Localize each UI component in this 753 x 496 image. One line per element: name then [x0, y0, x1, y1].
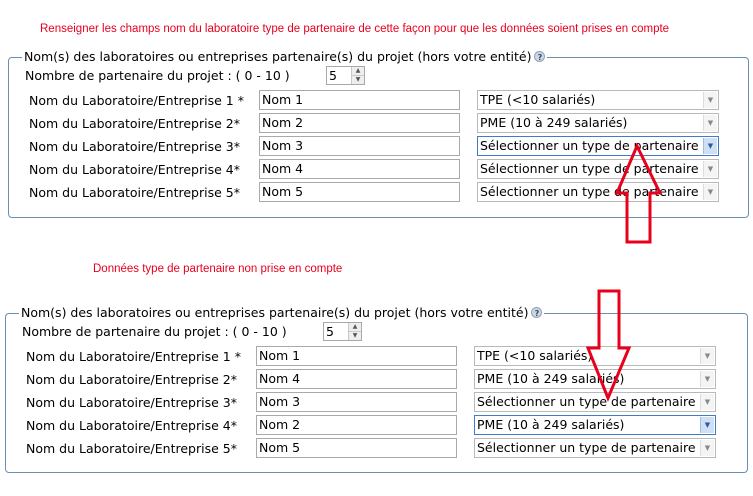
annotation-arrows — [585, 142, 663, 402]
up-arrow-icon — [614, 142, 663, 244]
down-arrow-icon — [585, 289, 632, 402]
